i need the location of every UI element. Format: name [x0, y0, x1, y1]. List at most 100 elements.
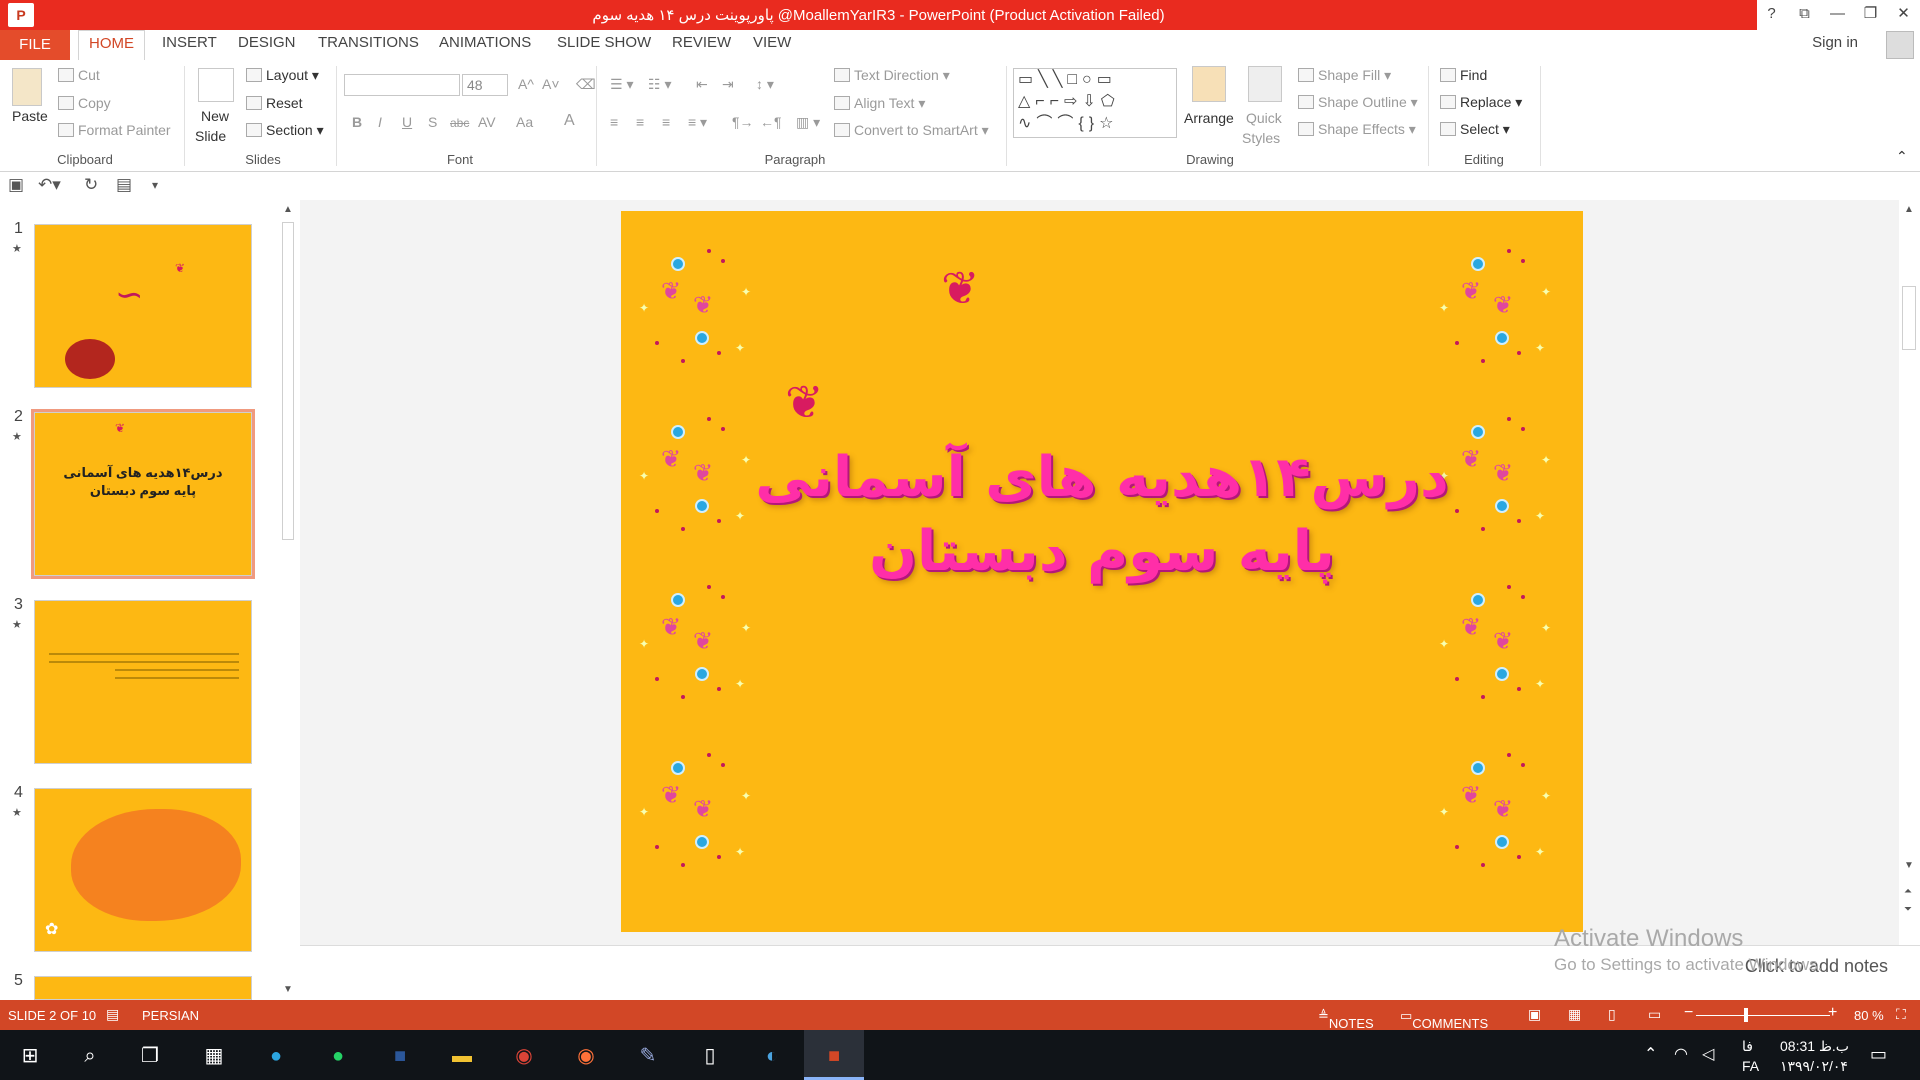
decrease-font-icon[interactable]: A˅: [542, 76, 560, 92]
tab-design[interactable]: DESIGN: [238, 34, 296, 51]
customize-qat-icon[interactable]: ▾: [152, 178, 158, 192]
calculator-icon[interactable]: ▦: [200, 1042, 228, 1070]
input-language[interactable]: FA: [1742, 1058, 1759, 1074]
reset-button[interactable]: Reset: [246, 95, 303, 111]
clock-time[interactable]: 08:31 ب.ظ: [1780, 1038, 1849, 1055]
arrange-icon[interactable]: [1192, 66, 1226, 102]
language-indicator[interactable]: PERSIAN: [142, 1008, 199, 1023]
close-button[interactable]: ✕: [1887, 0, 1920, 30]
shape-effects-button[interactable]: Shape Effects ▾: [1298, 121, 1416, 138]
new-slide-label-2[interactable]: Slide: [195, 128, 226, 144]
sign-in-link[interactable]: Sign in: [1812, 34, 1858, 51]
paste-button[interactable]: Paste: [12, 108, 48, 124]
columns-icon[interactable]: ▥ ▾: [796, 114, 820, 131]
new-slide-icon[interactable]: [198, 68, 234, 102]
zoom-level[interactable]: 80 %: [1854, 1008, 1884, 1023]
scroll-up-icon[interactable]: ▲: [1904, 204, 1914, 215]
next-slide-icon[interactable]: ⏷: [1904, 904, 1912, 915]
whatsapp-icon[interactable]: ●: [324, 1042, 352, 1070]
thumbnail-scrollbar[interactable]: ▲ ▼: [278, 200, 298, 1000]
line-spacing-icon[interactable]: ↕ ▾: [756, 76, 774, 93]
avatar[interactable]: [1886, 31, 1914, 59]
character-spacing-button[interactable]: AV: [478, 114, 496, 130]
task-view-icon[interactable]: ❐: [136, 1042, 164, 1070]
volume-icon[interactable]: ◁: [1702, 1044, 1714, 1064]
windows-start-icon[interactable]: ⊞: [16, 1042, 44, 1070]
slide-thumbnail-2[interactable]: ❦ درس۱۴هدیه های آسمانی پایه سوم دبستان: [31, 409, 255, 579]
redo-icon[interactable]: ↻: [84, 175, 98, 195]
decrease-indent-icon[interactable]: ⇤: [696, 76, 708, 93]
clock-date[interactable]: ۱۳۹۹/۰۲/۰۴: [1780, 1058, 1848, 1075]
section-button[interactable]: Section ▾: [246, 122, 324, 139]
wifi-icon[interactable]: ◠: [1674, 1044, 1688, 1064]
scroll-up-icon[interactable]: ▲: [283, 204, 293, 215]
zoom-out-icon[interactable]: −: [1684, 1004, 1693, 1022]
slide-scrollbar[interactable]: ▲ ▼ ⏶ ⏷: [1899, 200, 1920, 945]
rtl-direction-icon[interactable]: ←¶: [760, 114, 782, 130]
slide-thumbnail-5[interactable]: [34, 976, 252, 1000]
fit-to-window-icon[interactable]: ⛶: [1896, 1006, 1906, 1023]
previous-slide-icon[interactable]: ⏶: [1904, 886, 1912, 897]
format-painter-button[interactable]: Format Painter: [58, 122, 171, 138]
cut-button[interactable]: Cut: [58, 67, 100, 83]
paste-icon[interactable]: [12, 68, 42, 106]
strikethrough-button[interactable]: abc: [450, 116, 469, 130]
bullets-icon[interactable]: ☰ ▾: [610, 76, 633, 93]
normal-view-icon[interactable]: ▣: [1528, 1006, 1541, 1023]
align-text-button[interactable]: Align Text ▾: [834, 95, 925, 112]
zoom-in-icon[interactable]: +: [1828, 1004, 1837, 1022]
powerpoint-taskbar-icon[interactable]: ■: [820, 1042, 848, 1070]
file-explorer-icon[interactable]: ▬: [448, 1042, 476, 1070]
notepad-icon[interactable]: ▯: [696, 1042, 724, 1070]
search-icon[interactable]: ⌕: [76, 1042, 104, 1070]
start-slideshow-icon[interactable]: ▤: [116, 175, 132, 195]
bold-button[interactable]: B: [352, 114, 362, 130]
slide-title[interactable]: درس۱۴هدیه های آسمانی پایه سوم دبستان: [621, 441, 1583, 589]
align-center-icon[interactable]: ≡: [636, 114, 644, 130]
find-button[interactable]: Find: [1440, 67, 1487, 83]
tab-insert[interactable]: INSERT: [162, 34, 217, 51]
tab-home[interactable]: HOME: [78, 30, 145, 61]
browser-icon[interactable]: ◐: [758, 1042, 786, 1070]
slide-sorter-icon[interactable]: ▦: [1568, 1006, 1581, 1023]
zoom-slider-track[interactable]: [1696, 1015, 1830, 1016]
new-slide-label-1[interactable]: New: [201, 108, 229, 124]
change-case-button[interactable]: Aa: [516, 114, 533, 130]
tab-transitions[interactable]: TRANSITIONS: [318, 34, 419, 51]
copy-button[interactable]: Copy: [58, 95, 111, 111]
justify-icon[interactable]: ≡ ▾: [688, 114, 707, 131]
help-button[interactable]: ?: [1755, 0, 1788, 30]
slide-thumbnail-4[interactable]: ✿: [34, 788, 252, 952]
font-name-combo[interactable]: [344, 74, 460, 96]
collapse-ribbon-icon[interactable]: ⌃: [1896, 148, 1908, 165]
word-icon[interactable]: ■: [386, 1042, 414, 1070]
select-button[interactable]: Select ▾: [1440, 121, 1510, 138]
tab-animations[interactable]: ANIMATIONS: [439, 34, 531, 51]
text-direction-button[interactable]: Text Direction ▾: [834, 67, 950, 84]
scroll-thumb[interactable]: [1902, 286, 1916, 350]
italic-button[interactable]: I: [378, 114, 382, 130]
increase-font-icon[interactable]: A^: [518, 76, 534, 92]
input-language-fa[interactable]: فا: [1742, 1038, 1753, 1055]
align-left-icon[interactable]: ≡: [610, 114, 618, 130]
reading-view-icon[interactable]: ▯: [1608, 1006, 1616, 1023]
font-size-combo[interactable]: 48: [462, 74, 508, 96]
scroll-down-icon[interactable]: ▼: [1904, 860, 1914, 871]
notes-toggle[interactable]: ≜ NOTES: [1318, 1008, 1374, 1031]
slideshow-view-icon[interactable]: ▭: [1648, 1006, 1661, 1023]
minimize-button[interactable]: —: [1821, 0, 1854, 30]
firefox-icon[interactable]: ◉: [572, 1042, 600, 1070]
comments-toggle[interactable]: ▭ COMMENTS: [1400, 1008, 1488, 1031]
layout-button[interactable]: Layout ▾: [246, 67, 319, 84]
convert-smartart-button[interactable]: Convert to SmartArt ▾: [834, 122, 989, 139]
current-slide[interactable]: ❦ ❦ ✦ ✦ ✦ ❦ ❦ ✦ ✦ ✦ ❦ ❦ ✦ ✦ ✦ ❦ ❦ ✦ ✦ ✦ ❦ ❦ ✦ ✦ ✦ ❦ ❦ ✦ ✦ ✦ ❦ ❦ ✦ ✦ ✦ ❦ ❦ ✦ ✦ ✦…: [621, 211, 1583, 932]
save-icon[interactable]: ▣: [8, 175, 24, 195]
font-color-button[interactable]: A: [564, 112, 575, 130]
spell-check-icon[interactable]: ▤: [106, 1006, 119, 1023]
tab-view[interactable]: VIEW: [753, 34, 791, 51]
shape-outline-button[interactable]: Shape Outline ▾: [1298, 94, 1418, 111]
replace-button[interactable]: Replace ▾: [1440, 94, 1522, 111]
quick-styles-label-2[interactable]: Styles: [1242, 130, 1280, 146]
undo-icon[interactable]: ↶▾: [38, 175, 61, 195]
restore-button[interactable]: ❐: [1854, 0, 1887, 30]
